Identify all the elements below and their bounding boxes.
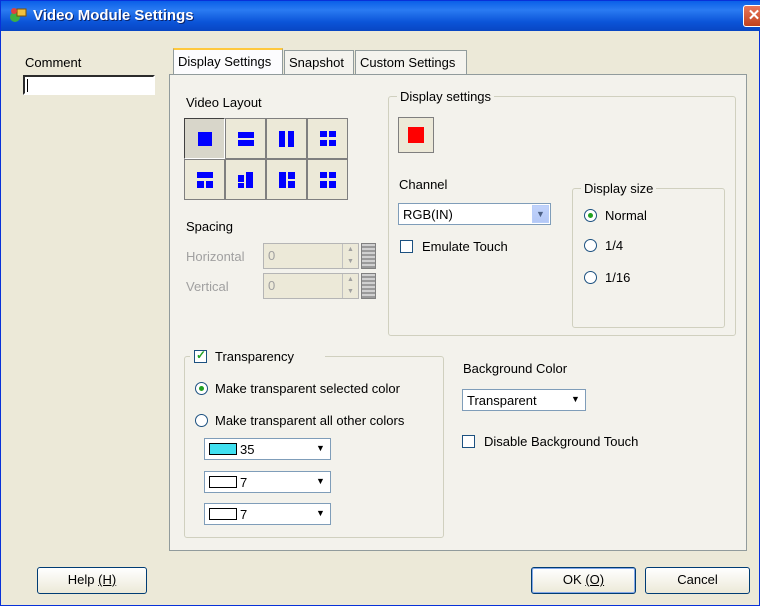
spin-down-icon: ▼: [347, 288, 354, 295]
transparent-selected-color-label: Make transparent selected color: [215, 381, 400, 396]
color-swatch: [209, 476, 237, 488]
color-indicator-button[interactable]: [398, 117, 434, 153]
text-caret: [27, 79, 28, 92]
spin-up-icon: ▲: [347, 276, 354, 283]
layout-4-quad-icon: [320, 172, 336, 188]
layout-3-top-split-icon: [197, 172, 213, 188]
chevron-down-icon[interactable]: ▼: [532, 205, 549, 223]
layout-1-full-icon: [198, 132, 212, 146]
vertical-value: 0: [268, 278, 276, 293]
transparent-color-select-3[interactable]: 7 ▼: [204, 503, 331, 525]
transparent-color-select-2[interactable]: 7 ▼: [204, 471, 331, 493]
transparency-checkbox[interactable]: ✓: [194, 348, 207, 363]
disable-background-touch-label: Disable Background Touch: [484, 434, 639, 449]
layout-3-left-split-button[interactable]: [225, 159, 266, 200]
horizontal-spinner: 0 ▲ ▼: [263, 243, 359, 269]
checkmark-icon: ✓: [196, 348, 207, 362]
layout-3-right-split-button[interactable]: [266, 159, 307, 200]
transparent-selected-color-radio[interactable]: [195, 382, 208, 395]
ok-button-key: (O): [585, 572, 605, 587]
disable-background-touch-checkbox[interactable]: [462, 435, 475, 448]
comment-label: Comment: [25, 55, 82, 70]
display-size-normal-radio[interactable]: [584, 209, 597, 222]
background-color-value: Transparent: [467, 393, 537, 408]
horizontal-keypad-icon: [361, 243, 376, 269]
comment-input[interactable]: [23, 75, 155, 95]
ok-button-text: OK: [562, 572, 586, 587]
video-layout-grid: [184, 118, 348, 200]
window-title: Video Module Settings: [33, 7, 194, 24]
emulate-touch-label: Emulate Touch: [422, 239, 508, 254]
layout-2-horizontal-button[interactable]: [225, 118, 266, 159]
display-size-title: Display size: [581, 181, 657, 196]
title-bar[interactable]: Video Module Settings ✕: [1, 1, 760, 31]
chevron-down-icon[interactable]: ▼: [567, 391, 584, 409]
help-button-text: Help: [67, 572, 99, 587]
channel-select[interactable]: RGB(IN) ▼: [398, 203, 551, 225]
emulate-touch-checkbox[interactable]: [400, 240, 413, 253]
vertical-spin-arrows: ▲ ▼: [342, 274, 358, 298]
transparent-color-select-1[interactable]: 35 ▼: [204, 438, 331, 460]
close-button[interactable]: ✕: [743, 5, 760, 27]
transparency-label: Transparency: [215, 349, 294, 364]
horizontal-label: Horizontal: [186, 249, 245, 264]
layout-4-quad-button[interactable]: [307, 159, 348, 200]
color-value-2: 7: [240, 475, 248, 490]
transparent-other-colors-radio[interactable]: [195, 414, 208, 427]
ok-button[interactable]: OK (O): [531, 567, 636, 594]
color-value-1: 35: [240, 442, 255, 457]
spacing-label: Spacing: [186, 219, 233, 234]
chevron-down-icon[interactable]: ▼: [312, 440, 329, 458]
vertical-keypad-icon: [361, 273, 376, 299]
video-module-settings-dialog: Video Module Settings ✕ Comment Display …: [0, 0, 760, 606]
chevron-down-icon[interactable]: ▼: [312, 505, 329, 523]
display-size-group: [572, 188, 725, 328]
layout-3-top-split-button[interactable]: [184, 159, 225, 200]
layout-2-vertical-icon: [279, 131, 294, 147]
channel-label: Channel: [399, 177, 448, 192]
layout-3-right-split-icon: [279, 172, 295, 188]
layout-2-vertical-button[interactable]: [266, 118, 307, 159]
red-square-icon: [408, 127, 424, 143]
layout-3-left-split-icon: [238, 172, 253, 188]
tab-custom-settings[interactable]: Custom Settings: [355, 50, 467, 74]
display-size-quarter-label: 1/4: [605, 238, 624, 253]
cancel-button[interactable]: Cancel: [645, 567, 750, 594]
horizontal-value: 0: [268, 248, 276, 263]
display-size-quarter-radio[interactable]: [584, 239, 597, 252]
app-icon: [10, 8, 27, 22]
tab-snapshot[interactable]: Snapshot: [284, 50, 354, 74]
display-settings-title: Display settings: [397, 89, 495, 104]
help-button[interactable]: Help (H): [37, 567, 147, 594]
color-swatch: [209, 443, 237, 455]
display-size-sixteenth-label: 1/16: [605, 270, 631, 285]
display-size-sixteenth-radio[interactable]: [584, 271, 597, 284]
transparent-other-colors-label: Make transparent all other colors: [215, 413, 405, 428]
background-color-label: Background Color: [463, 361, 568, 376]
display-size-normal-label: Normal: [605, 208, 647, 223]
layout-4-grid-icon: [320, 131, 336, 146]
vertical-spinner: 0 ▲ ▼: [263, 273, 359, 299]
spin-down-icon: ▼: [347, 258, 354, 265]
spin-up-icon: ▲: [347, 246, 354, 253]
horizontal-spin-arrows: ▲ ▼: [342, 244, 358, 268]
help-button-key: (H): [98, 572, 117, 587]
tab-display-settings[interactable]: Display Settings: [173, 48, 283, 75]
color-value-3: 7: [240, 507, 248, 522]
channel-value: RGB(IN): [403, 207, 453, 222]
color-swatch: [209, 508, 237, 520]
layout-1-full-button[interactable]: [184, 118, 225, 159]
layout-4-grid-button[interactable]: [307, 118, 348, 159]
video-layout-label: Video Layout: [186, 95, 262, 110]
background-color-select[interactable]: Transparent ▼: [462, 389, 586, 411]
layout-2-horizontal-icon: [238, 132, 254, 146]
chevron-down-icon[interactable]: ▼: [312, 473, 329, 491]
vertical-label: Vertical: [186, 279, 229, 294]
